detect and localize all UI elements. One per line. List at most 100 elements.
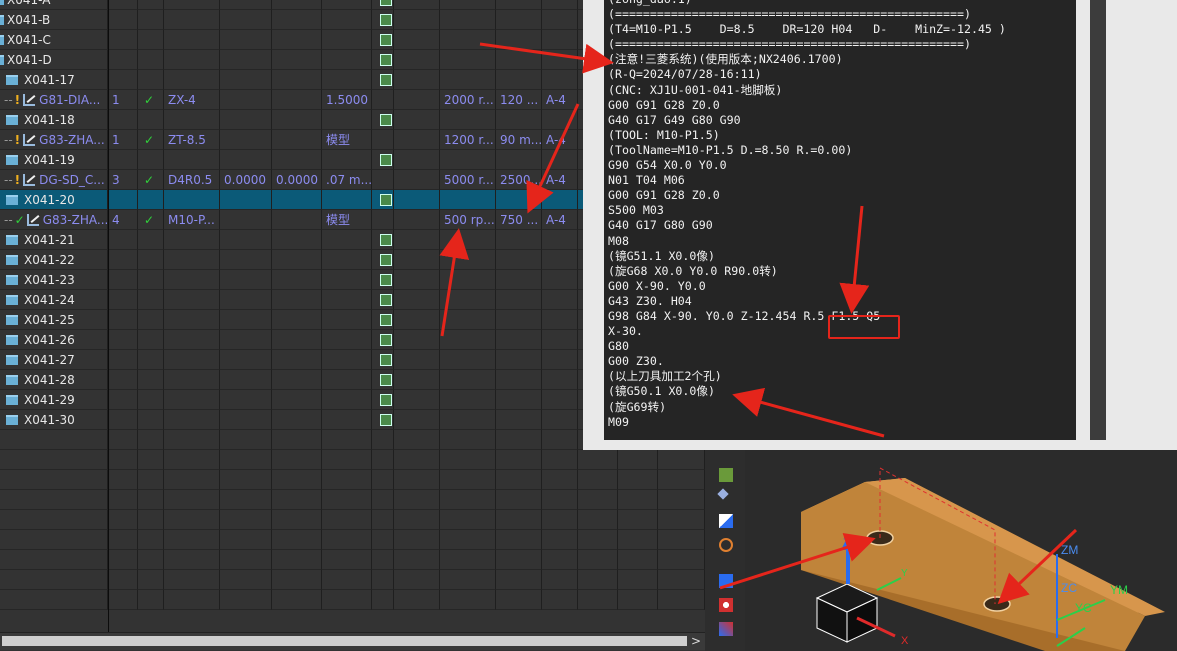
cell-feed xyxy=(496,450,542,470)
cell-c3 xyxy=(322,70,372,90)
cell-e1 xyxy=(578,490,618,510)
operation-icon xyxy=(23,94,36,106)
cell-name: --! G83-ZHA... xyxy=(0,130,108,150)
nc-code-listing[interactable]: (zong_dao:1)(===========================… xyxy=(604,0,1076,440)
cell-e3 xyxy=(658,450,705,470)
cell-c2 xyxy=(272,590,322,610)
toolpath-icon[interactable] xyxy=(380,374,392,386)
cell-tool xyxy=(164,110,220,130)
scrollbar-thumb[interactable] xyxy=(2,636,687,646)
graphics-viewport[interactable]: ZM ZC YM YC X Z Y xyxy=(705,450,1177,651)
toolpath-icon[interactable] xyxy=(380,234,392,246)
cell-c1 xyxy=(220,470,272,490)
cell-c3: 模型 xyxy=(322,210,372,230)
code-line: G40 G17 G49 G80 G90 xyxy=(608,112,741,127)
cell-tool xyxy=(164,230,220,250)
cell-c3 xyxy=(322,510,372,530)
cell-num xyxy=(108,290,138,310)
column-divider xyxy=(108,0,109,632)
complete-icon: ✓ xyxy=(14,213,25,227)
toolpath-icon[interactable] xyxy=(380,294,392,306)
cell-c3 xyxy=(322,110,372,130)
cell-name: X041-30 xyxy=(0,410,108,430)
cell-c2 xyxy=(272,190,322,210)
cell-speed xyxy=(440,470,496,490)
cell-c4 xyxy=(394,50,440,70)
folder-icon[interactable] xyxy=(719,468,733,482)
code-line: G90 G54 X0.0 Y0.0 xyxy=(608,158,727,173)
pointer-icon[interactable] xyxy=(717,488,729,500)
cell-c2 xyxy=(272,550,322,570)
toolpath-icon[interactable] xyxy=(380,334,392,346)
toolpath-icon[interactable] xyxy=(380,414,392,426)
toolpath-icon[interactable] xyxy=(380,54,392,66)
cell-num: 1 xyxy=(108,90,138,110)
toolpath-icon[interactable] xyxy=(380,254,392,266)
cell-c1 xyxy=(220,530,272,550)
cell-check xyxy=(138,530,164,550)
cell-check xyxy=(138,310,164,330)
toolpath-icon[interactable] xyxy=(380,354,392,366)
cell-mach xyxy=(542,290,578,310)
cell-feed xyxy=(496,350,542,370)
cell-feed xyxy=(496,290,542,310)
cell-num xyxy=(108,310,138,330)
cell-c3 xyxy=(322,530,372,550)
cell-c3 xyxy=(322,370,372,390)
toolpath-icon[interactable] xyxy=(380,394,392,406)
horizontal-scrollbar[interactable]: > xyxy=(0,632,705,650)
cell-speed xyxy=(440,490,496,510)
toolpath-icon[interactable] xyxy=(380,154,392,166)
cell-c2: 0.0000 xyxy=(272,170,322,190)
cell-mach xyxy=(542,430,578,450)
toolpath-icon[interactable] xyxy=(380,34,392,46)
cell-c4 xyxy=(394,70,440,90)
cell-c3: 1.5000 xyxy=(322,90,372,110)
cell-feed xyxy=(496,410,542,430)
row-name: X041-A xyxy=(7,0,51,7)
hole-2 xyxy=(983,596,1011,612)
cell-c1 xyxy=(220,390,272,410)
cell-c2 xyxy=(272,150,322,170)
cell-c2 xyxy=(272,470,322,490)
cell-check xyxy=(138,190,164,210)
fit-icon[interactable] xyxy=(719,514,733,528)
cell-icon xyxy=(372,0,394,10)
chevron-right-icon[interactable]: > xyxy=(691,633,701,650)
cell-feed: 120 ... xyxy=(496,90,542,110)
code-line: G43 Z30. H04 xyxy=(608,293,692,308)
cell-c3 xyxy=(322,0,372,10)
cube-view-icon[interactable] xyxy=(719,574,733,588)
cell-c4 xyxy=(394,330,440,350)
cell-speed xyxy=(440,70,496,90)
toolpath-icon[interactable] xyxy=(380,0,392,6)
cell-c1 xyxy=(220,70,272,90)
cell-c4 xyxy=(394,530,440,550)
cell-icon xyxy=(372,370,394,390)
vertical-scrollbar[interactable] xyxy=(1090,0,1106,440)
toolpath-icon[interactable] xyxy=(380,274,392,286)
toolpath-icon[interactable] xyxy=(380,114,392,126)
render-icon[interactable] xyxy=(719,598,733,612)
toolpath-icon[interactable] xyxy=(380,74,392,86)
toolpath-icon[interactable] xyxy=(380,14,392,26)
folder-icon xyxy=(6,235,18,245)
cell-check xyxy=(138,330,164,350)
toolpath-icon[interactable] xyxy=(380,314,392,326)
cell-e1 xyxy=(578,510,618,530)
cell-c2 xyxy=(272,210,322,230)
cell-check xyxy=(138,150,164,170)
cell-tool xyxy=(164,450,220,470)
cell-name xyxy=(0,590,108,610)
empty-row xyxy=(0,550,705,570)
folder-icon xyxy=(6,415,18,425)
toolpath-icon[interactable] xyxy=(380,194,392,206)
cell-check: ✓ xyxy=(138,210,164,230)
rotate-icon[interactable] xyxy=(719,538,733,552)
cell-icon xyxy=(372,150,394,170)
section-icon[interactable] xyxy=(719,622,733,636)
cell-c2 xyxy=(272,290,322,310)
cell-c4 xyxy=(394,110,440,130)
cell-name xyxy=(0,470,108,490)
cell-speed xyxy=(440,510,496,530)
